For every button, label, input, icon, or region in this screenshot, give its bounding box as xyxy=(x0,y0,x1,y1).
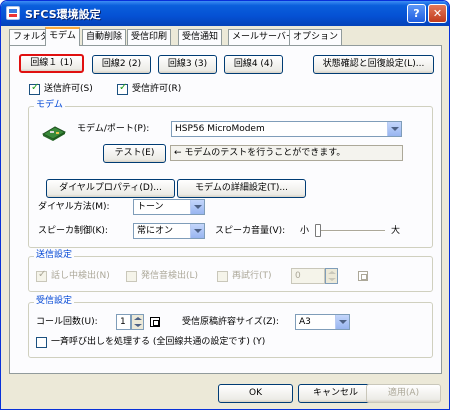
window-title: SFCS環境設定 xyxy=(25,8,101,21)
send-settings-group: 送信設定 話し中検出(N) 発信音検出(L) 再試行(T) 0 xyxy=(28,250,433,292)
line2-button[interactable]: 回線2 (2) xyxy=(92,55,151,74)
speaker-volume-label: スピーカ音量(V): xyxy=(215,226,286,236)
speaker-control-label: スピーカ制御(K): xyxy=(38,226,108,236)
call-count-spinner[interactable] xyxy=(131,314,144,330)
retry-spinner[interactable] xyxy=(325,268,338,284)
modem-port-label: モデム/ポート(P): xyxy=(77,124,150,134)
send-permit-checkbox[interactable] xyxy=(29,82,40,95)
volume-high-label: 大 xyxy=(391,226,401,236)
close-button[interactable]: ✕ xyxy=(428,4,447,23)
test-hint-box: ← モデムのテストを行うことができます。 xyxy=(170,145,403,161)
speaker-control-select[interactable]: 常にオン xyxy=(133,223,205,239)
call-count-value: 1 xyxy=(120,317,126,327)
tab-auto-delete[interactable]: 自動削除 xyxy=(82,29,127,45)
ok-button[interactable]: OK xyxy=(218,384,293,403)
modem-port-value: HSP56 MicroModem xyxy=(175,124,265,134)
retry-checkbox[interactable] xyxy=(217,271,228,282)
call-count-label: コール回数(U): xyxy=(36,317,98,327)
tone-detect-checkbox[interactable] xyxy=(126,271,137,282)
send-settings-title: 送信設定 xyxy=(34,250,75,261)
retry-label: 再試行(T) xyxy=(232,271,272,281)
test-button[interactable]: テスト(E) xyxy=(103,144,166,163)
receive-permit-checkbox[interactable] xyxy=(117,82,128,95)
retry-unit-icon xyxy=(358,271,368,281)
chevron-down-icon xyxy=(387,122,401,136)
dial-method-select[interactable]: トーン xyxy=(133,199,205,215)
receive-settings-group: 受信設定 コール回数(U): 1 受信原稿許容サイズ(Z): A3 一斉呼び出し… xyxy=(28,296,433,358)
volume-slider-thumb[interactable] xyxy=(315,224,321,237)
modem-group-title: モデム xyxy=(34,100,65,111)
speaker-control-value: 常にオン xyxy=(137,226,174,236)
send-permit-label: 送信許可(S) xyxy=(44,84,93,94)
retry-count-field[interactable]: 0 xyxy=(291,268,325,284)
dial-method-value: トーン xyxy=(137,202,164,212)
line1-button[interactable]: 回線１ (1) xyxy=(19,54,84,73)
chevron-down-icon xyxy=(335,315,349,329)
tab-options[interactable]: オプション xyxy=(289,29,343,45)
tab-receive-notify[interactable]: 受信通知 xyxy=(178,29,223,45)
line4-button[interactable]: 回線4 (4) xyxy=(224,55,283,74)
volume-low-label: 小 xyxy=(300,226,310,236)
call-count-field[interactable]: 1 xyxy=(116,314,131,330)
test-hint-text: ← モデムのテストを行うことができます。 xyxy=(174,148,346,158)
status-check-button[interactable]: 状態確認と回復設定(L)... xyxy=(313,55,434,74)
receive-size-value: A3 xyxy=(299,317,311,327)
modem-tab-panel: 回線１ (1) 回線2 (2) 回線3 (3) 回線4 (4) 状態確認と回復設… xyxy=(9,45,442,374)
receive-size-label: 受信原稿許容サイズ(Z): xyxy=(182,317,279,327)
bulk-call-label: 一斉呼び出しを処理する (全回線共通の設定です) (Y) xyxy=(51,337,266,347)
settings-window: SFCS環境設定 ? ✕ フォルダ モデム 自動削除 受信印刷 受信通知 メール… xyxy=(0,0,450,410)
title-bar: SFCS環境設定 ? ✕ xyxy=(1,1,449,26)
chevron-down-icon xyxy=(190,200,204,214)
receive-permit-label: 受信許可(R) xyxy=(132,84,182,94)
modem-port-select[interactable]: HSP56 MicroModem xyxy=(171,121,402,137)
apply-button[interactable]: 適用(A) xyxy=(366,384,441,403)
chevron-down-icon xyxy=(190,224,204,238)
modem-card-icon xyxy=(41,124,67,142)
modem-group: モデム モデム/ポート(P): HSP56 MicroModem テスト(E) … xyxy=(28,100,433,248)
bulk-call-checkbox[interactable] xyxy=(36,337,47,348)
tab-receive-print[interactable]: 受信印刷 xyxy=(127,29,172,45)
receive-size-select[interactable]: A3 xyxy=(295,314,350,330)
cancel-button[interactable]: キャンセル xyxy=(298,384,373,403)
dial-properties-button[interactable]: ダイヤルプロパティ(D)... xyxy=(46,179,175,198)
dial-method-label: ダイヤル方法(M): xyxy=(38,202,110,212)
app-icon xyxy=(6,6,20,20)
line3-button[interactable]: 回線3 (3) xyxy=(158,55,217,74)
receive-settings-title: 受信設定 xyxy=(34,296,75,307)
busy-detect-label: 話し中検出(N) xyxy=(51,271,110,281)
tone-detect-label: 発信音検出(L) xyxy=(141,271,199,281)
modem-detail-button[interactable]: モデムの詳細設定(T)... xyxy=(177,179,306,198)
busy-detect-checkbox[interactable] xyxy=(36,269,47,282)
help-button[interactable]: ? xyxy=(407,4,426,23)
retry-count-value: 0 xyxy=(295,271,301,281)
call-unit-icon xyxy=(150,317,160,327)
volume-slider-track[interactable] xyxy=(315,230,385,232)
tab-modem[interactable]: モデム xyxy=(45,27,80,46)
